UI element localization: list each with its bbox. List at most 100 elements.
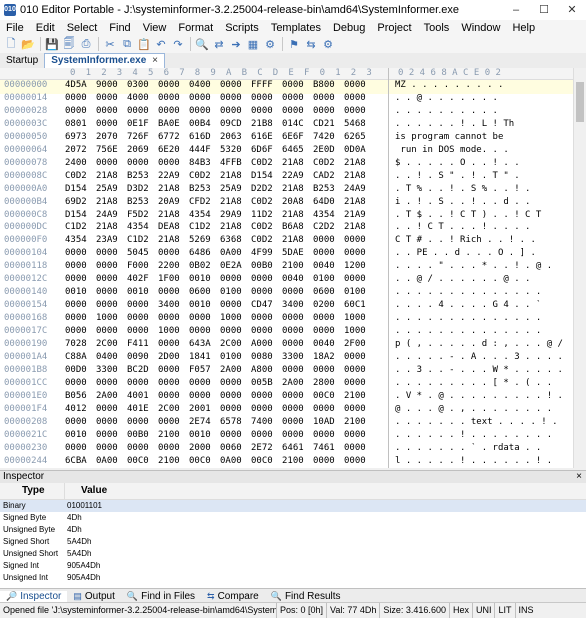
- hex-editor[interactable]: 0123456789ABCDEF01230 2 4 6 8 A C E 0 2 …: [0, 68, 586, 468]
- hex-row[interactable]: 000001CC 0000 0000 0000 0000 0000 0000 005B 2A00…: [0, 378, 586, 392]
- hex-word[interactable]: 0E1F: [127, 119, 158, 129]
- scrollbar-thumb[interactable]: [576, 82, 584, 122]
- hex-word[interactable]: 21A8: [96, 171, 127, 181]
- hex-word[interactable]: 0000: [158, 378, 189, 388]
- hex-word[interactable]: 0000: [127, 158, 158, 168]
- row-text[interactable]: . . . . . . . . . . . . . .: [395, 287, 565, 297]
- row-text[interactable]: . . . . . . . . . [ * . ( . .: [395, 378, 565, 388]
- hex-word[interactable]: 6486: [189, 248, 220, 258]
- row-text[interactable]: . . PE . . d . . . O . ] .: [395, 248, 565, 258]
- hex-word[interactable]: 3300: [282, 352, 313, 362]
- hex-word[interactable]: 1000: [344, 313, 375, 323]
- hex-word[interactable]: 0000: [158, 313, 189, 323]
- hex-word[interactable]: 21A8: [158, 235, 189, 245]
- status-encoding[interactable]: UNI: [471, 603, 495, 618]
- hex-word[interactable]: 00C0: [127, 456, 158, 466]
- vertical-scrollbar[interactable]: [573, 68, 586, 468]
- inspector-value[interactable]: 905A4Dh: [65, 560, 100, 572]
- tab-startup[interactable]: Startup: [0, 54, 44, 68]
- hex-word[interactable]: 0000: [158, 93, 189, 103]
- hex-word[interactable]: 0000: [313, 235, 344, 245]
- hex-word[interactable]: 5045: [127, 248, 158, 258]
- menu-edit[interactable]: Edit: [30, 22, 61, 34]
- hex-word[interactable]: 21A8: [344, 171, 375, 181]
- hex-word[interactable]: 6CBA: [65, 456, 96, 466]
- hex-word[interactable]: 4001: [127, 391, 158, 401]
- hex-word[interactable]: B056: [65, 391, 96, 401]
- row-hex-bytes[interactable]: 6973 2070 726F 6772 616D 2063 616E 6E6F 7420 6265: [65, 132, 375, 142]
- hex-word[interactable]: 0E2A: [220, 261, 251, 271]
- hex-word[interactable]: 0000: [282, 326, 313, 336]
- hex-word[interactable]: 0000: [313, 106, 344, 116]
- inspector-value[interactable]: 5A4Dh: [65, 536, 91, 548]
- hex-word[interactable]: 0000: [344, 93, 375, 103]
- hex-word[interactable]: 1000: [344, 326, 375, 336]
- hex-word[interactable]: 0000: [127, 313, 158, 323]
- hex-row[interactable]: 000001E0 B056 2A00 4001 0000 0000 0000 0000 0000…: [0, 391, 586, 405]
- row-hex-bytes[interactable]: 0801 0000 0E1F BA0E 00B4 09CD 21B8 014C CD21 5468: [65, 119, 375, 129]
- hex-word[interactable]: 0000: [65, 378, 96, 388]
- hex-row[interactable]: 00000154 0000 0000 0000 3400 0010 0000 CD47 3400…: [0, 300, 586, 314]
- hex-word[interactable]: 2063: [220, 132, 251, 142]
- hex-word[interactable]: 0000: [251, 274, 282, 284]
- hex-word[interactable]: 0000: [282, 80, 313, 90]
- row-hex-bytes[interactable]: C88A 0400 0090 2D00 1841 0100 0080 3300 18A2 0000: [65, 352, 375, 362]
- hex-word[interactable]: 0100: [220, 287, 251, 297]
- hex-word[interactable]: 0000: [220, 93, 251, 103]
- row-hex-bytes[interactable]: 0000 0000 0000 3400 0010 0000 CD47 3400 0200 60C1: [65, 300, 375, 310]
- hex-word[interactable]: 21A8: [158, 184, 189, 194]
- hex-word[interactable]: F5D2: [127, 210, 158, 220]
- hex-word[interactable]: 0000: [220, 300, 251, 310]
- row-text[interactable]: MZ . . . . . . . . .: [395, 80, 565, 90]
- hex-word[interactable]: 0000: [344, 430, 375, 440]
- hex-word[interactable]: 3400: [282, 300, 313, 310]
- hex-word[interactable]: 6973: [65, 132, 96, 142]
- hex-word[interactable]: 2A00: [220, 365, 251, 375]
- inspector-value[interactable]: 5A4Dh: [65, 548, 91, 560]
- hex-word[interactable]: 5DAE: [282, 248, 313, 258]
- menu-project[interactable]: Project: [371, 22, 417, 34]
- hex-word[interactable]: 20A9: [158, 197, 189, 207]
- hex-word[interactable]: A000: [251, 339, 282, 349]
- open-folder-icon[interactable]: 📂: [21, 37, 35, 51]
- row-text[interactable]: . V * . @ . . . . . . . . . ! .: [395, 391, 565, 401]
- inspector-row[interactable]: Unsigned Int 905A4Dh: [0, 572, 586, 584]
- hex-word[interactable]: 24A9: [96, 210, 127, 220]
- hex-word[interactable]: F000: [127, 261, 158, 271]
- row-text[interactable]: l . . . . . ! . . . . . . ! .: [395, 456, 565, 466]
- row-text[interactable]: is program cannot be: [395, 132, 565, 142]
- hex-word[interactable]: 00C0: [313, 391, 344, 401]
- hex-word[interactable]: 21A8: [344, 197, 375, 207]
- inspector-row[interactable]: Unsigned Short 5A4Dh: [0, 548, 586, 560]
- hex-word[interactable]: 22A9: [158, 171, 189, 181]
- hex-word[interactable]: 0000: [313, 93, 344, 103]
- hex-word[interactable]: 0000: [127, 106, 158, 116]
- menu-tools[interactable]: Tools: [418, 22, 456, 34]
- hex-word[interactable]: 69D2: [65, 197, 96, 207]
- hex-word[interactable]: 5320: [220, 145, 251, 155]
- row-text[interactable]: . T % . . ! . S % . . ! .: [395, 184, 565, 194]
- compare-icon[interactable]: ⇆: [304, 37, 318, 51]
- hex-word[interactable]: 0000: [158, 391, 189, 401]
- hex-row[interactable]: 000000C8 D154 24A9 F5D2 21A8 4354 29A9 11D2 21A8…: [0, 210, 586, 224]
- menu-view[interactable]: View: [137, 22, 173, 34]
- row-text[interactable]: $ . . . . . O . . ! . .: [395, 158, 565, 168]
- hex-word[interactable]: 0040: [313, 339, 344, 349]
- template-icon[interactable]: ▦: [246, 37, 260, 51]
- hex-word[interactable]: 6578: [220, 417, 251, 427]
- row-text[interactable]: . . . . . . . . . .: [395, 106, 565, 116]
- row-hex-bytes[interactable]: 00D0 3300 BC2D 0000 F057 2A00 A800 0000 0000 0000: [65, 365, 375, 375]
- hex-word[interactable]: 0000: [96, 119, 127, 129]
- hex-word[interactable]: 0000: [344, 80, 375, 90]
- hex-word[interactable]: C0D2: [313, 158, 344, 168]
- hex-word[interactable]: 2100: [344, 417, 375, 427]
- hex-word[interactable]: 0000: [251, 326, 282, 336]
- hex-word[interactable]: 0000: [344, 365, 375, 375]
- row-text[interactable]: run in DOS mode. . .: [395, 145, 565, 155]
- hex-word[interactable]: 0000: [282, 417, 313, 427]
- hex-word[interactable]: 0000: [282, 313, 313, 323]
- hex-word[interactable]: 0000: [65, 248, 96, 258]
- hex-row[interactable]: 00000118 0000 0000 F000 2200 0B02 0E2A 00B0 2100…: [0, 261, 586, 275]
- hex-word[interactable]: 6E6F: [282, 132, 313, 142]
- row-text[interactable]: p ( , . . . . . d : , . . . @ /: [395, 339, 565, 349]
